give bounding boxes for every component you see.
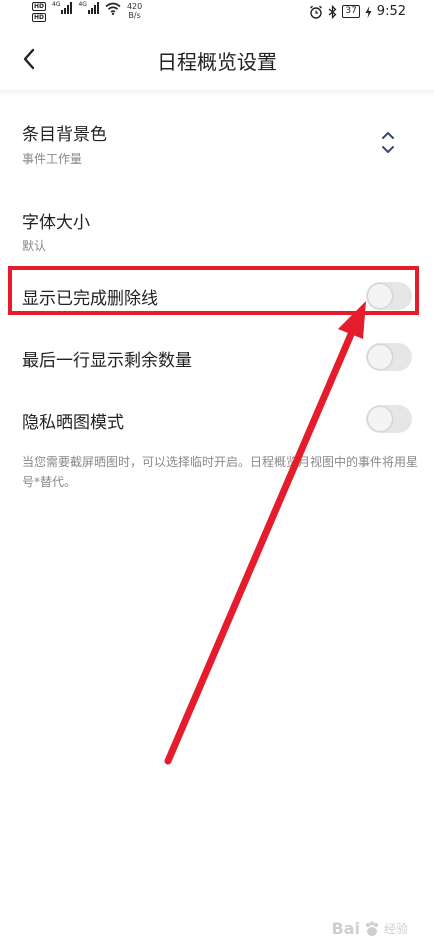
watermark-brand: Bai: [331, 919, 360, 938]
setting-label-privacy-mode: 隐私晒图模式: [22, 413, 124, 433]
signal-group-1: 4G: [52, 1, 73, 14]
status-left: HD HD 4G 4G 420 B/s: [32, 2, 142, 22]
setting-row-bg-color[interactable]: 条目背景色 事件工作量: [0, 114, 434, 178]
toggle-knob: [368, 407, 392, 431]
bluetooth-icon: [328, 4, 337, 19]
network-type-2: 4G: [78, 1, 87, 8]
battery-icon: 37: [342, 5, 360, 18]
setting-label-font-size: 字体大小: [22, 213, 90, 233]
toggle-knob: [368, 345, 392, 369]
header-shadow: [0, 90, 434, 96]
network-speed: 420 B/s: [127, 2, 142, 20]
speed-value: 420: [126, 2, 143, 11]
status-bar: HD HD 4G 4G 420 B/s 37 9:52: [0, 0, 434, 26]
setting-label-last-row-count: 最后一行显示剩余数量: [22, 351, 192, 371]
speed-unit: B/s: [128, 11, 141, 20]
signal-icon: [61, 2, 73, 14]
watermark: Bai 经验: [332, 919, 409, 938]
setting-label-bg-color: 条目背景色: [22, 125, 107, 145]
privacy-mode-description: 当您需要截屏晒图时，可以选择临时开启。日程概览月视图中的事件将用星号*替代。: [22, 455, 419, 489]
setting-row-privacy-mode: 隐私晒图模式: [0, 400, 434, 440]
hd-badge-2: HD: [32, 13, 47, 22]
setting-value-bg-color: 事件工作量: [22, 152, 83, 166]
alarm-icon: [310, 5, 323, 19]
hd-badges: HD HD: [32, 2, 47, 22]
setting-value-font-size: 默认: [22, 239, 47, 253]
privacy-mode-toggle[interactable]: [366, 405, 412, 433]
paw-icon: [365, 921, 378, 936]
last-row-count-toggle[interactable]: [366, 343, 412, 371]
network-type-1: 4G: [52, 1, 61, 8]
watermark-sub: 经验: [383, 922, 408, 936]
page-title: 日程概览设置: [157, 50, 277, 74]
signal-group-2: 4G: [78, 1, 99, 14]
app-header: 日程概览设置: [0, 28, 434, 90]
charging-icon: [365, 5, 372, 18]
highlight-annotation-box: [8, 266, 419, 315]
signal-icon: [87, 2, 99, 14]
hd-badge-1: HD: [32, 2, 47, 11]
setting-row-last-row-count: 最后一行显示剩余数量: [0, 338, 434, 378]
chevron-up-down-icon: [382, 132, 394, 153]
bg-color-dropdown[interactable]: [376, 128, 400, 158]
status-right: 37 9:52: [309, 4, 406, 19]
clock-time: 9:52: [376, 4, 406, 19]
setting-row-font-size[interactable]: 字体大小 默认: [0, 202, 434, 266]
wifi-icon: [105, 2, 121, 15]
